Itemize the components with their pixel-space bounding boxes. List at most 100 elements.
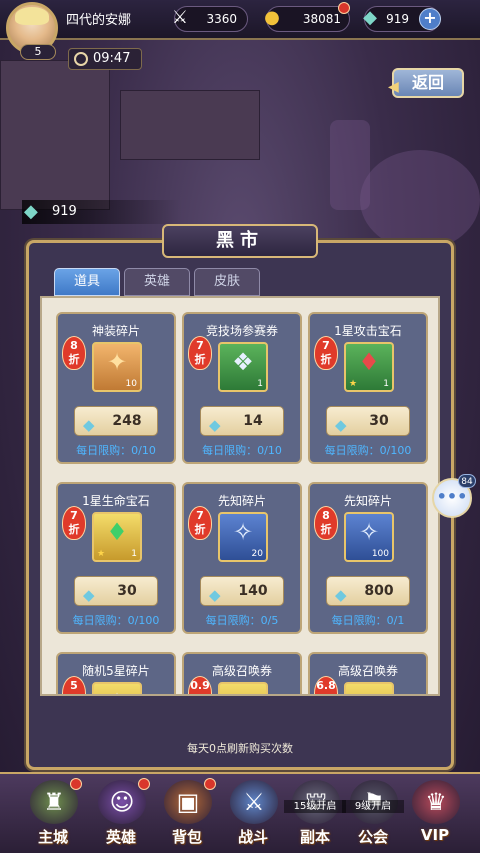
refresh-note: 每天0点刷新购买次数 xyxy=(187,742,293,755)
nav-item[interactable]: ▣ 背包 xyxy=(156,778,218,850)
discount-value: 6.8 xyxy=(316,679,336,692)
buy-button[interactable]: ◆ 30 xyxy=(74,576,158,606)
shop-item-card[interactable]: 先知碎片 ✧ 100 8 折 ◆ 800 每日限购：0/1 xyxy=(308,482,428,634)
discount-unit: 折 xyxy=(194,523,206,536)
notification-dot xyxy=(204,778,216,790)
buy-button[interactable]: ◆ 14 xyxy=(200,406,284,436)
battle-icon: ⚔ xyxy=(230,780,278,824)
crystal-icon: ◆ xyxy=(83,586,95,604)
nav-label: 副本 xyxy=(299,828,330,846)
item-icon-frame: ★ xyxy=(92,682,142,694)
discount-unit: 折 xyxy=(320,353,332,366)
shop-item-card[interactable]: 1星攻击宝石 ♦ 1 ★ 7 折 ◆ 30 每日限购：0/100 xyxy=(308,312,428,464)
nav-label: 英雄 xyxy=(105,828,136,846)
avatar-hair xyxy=(15,7,49,25)
ticket-icon: ❖ xyxy=(232,348,254,376)
discount-value: 7 xyxy=(196,339,204,352)
discount-unit: 折 xyxy=(320,523,332,536)
player-name: 四代的安娜 xyxy=(66,13,132,28)
crystal-icon: ◆ xyxy=(209,586,221,604)
item-icon-frame: ❖ 1 xyxy=(218,342,268,392)
gem-balance-bar: ◆ 919 xyxy=(22,200,182,224)
nav-label: 公会 xyxy=(357,828,388,846)
nav-item[interactable]: ⛫ 15级开启 副本 xyxy=(284,778,346,850)
discount-value: 5 xyxy=(70,679,78,692)
event-timer[interactable]: 09:47 xyxy=(68,48,142,70)
power-value: 3360 xyxy=(206,12,237,26)
summon-ticket-icon: ✉ xyxy=(346,688,392,694)
prophet-shard-icon: ✧ xyxy=(358,518,380,546)
shop-item-card[interactable]: 高级召唤券✉0.9 xyxy=(182,652,302,694)
daily-limit: 每日限购：0/100 xyxy=(72,614,160,627)
tab-items[interactable]: 道具 xyxy=(54,268,120,296)
discount-badge: 8折 xyxy=(314,506,338,540)
power-display: ⚔ 3360 xyxy=(172,6,248,32)
nav-item[interactable]: ♛ VIP xyxy=(404,778,466,850)
shop-item-card[interactable]: 高级召唤券✉6.8 xyxy=(308,652,428,694)
crystal-icon: ◆ xyxy=(363,7,377,28)
nav-label: 战斗 xyxy=(237,828,268,846)
item-grid: 神装碎片 ✦ 10 8 折 ◆ 248 每日限购：0/10 竞技场参赛券 ❖ 1 7 折 ◆ 14 每日限购：… xyxy=(40,296,440,696)
item-icon-frame: ♦ 1 ★ xyxy=(92,512,142,562)
shop-item-card[interactable]: 神装碎片 ✦ 10 8 折 ◆ 248 每日限购：0/10 xyxy=(56,312,176,464)
prophet-shard-icon: ✧ xyxy=(232,518,254,546)
shop-item-card[interactable]: 先知碎片 ✧ 20 7 折 ◆ 140 每日限购：0/5 xyxy=(182,482,302,634)
discount-value: 8 xyxy=(322,509,330,522)
panel-title: 黑市 xyxy=(162,224,318,258)
price-value: 14 xyxy=(243,413,263,429)
item-icon-frame: ✉ xyxy=(344,682,394,694)
crossed-swords-icon: ⚔ xyxy=(171,7,189,28)
discount-value: 0.9 xyxy=(190,679,210,692)
buy-button[interactable]: ◆ 248 xyxy=(74,406,158,436)
nav-label: 背包 xyxy=(171,828,202,846)
buy-button[interactable]: ◆ 800 xyxy=(326,576,410,606)
item-quantity: 100 xyxy=(371,549,389,559)
tab-heroes[interactable]: 英雄 xyxy=(124,268,190,296)
discount-badge: 8折 xyxy=(62,336,86,370)
discount-unit: 折 xyxy=(194,353,206,366)
price-value: 800 xyxy=(364,583,394,599)
price-value: 30 xyxy=(117,583,137,599)
discount-badge: 7折 xyxy=(314,336,338,370)
item-icon-frame: ✉ xyxy=(218,682,268,694)
summon-ticket-icon: ✉ xyxy=(220,688,266,694)
item-quantity: 1 xyxy=(131,549,137,559)
tab-skins[interactable]: 皮肤 xyxy=(194,268,260,296)
daily-limit: 每日限购：0/10 xyxy=(202,444,282,457)
item-quantity: 1 xyxy=(257,379,263,389)
discount-value: 8 xyxy=(70,339,78,352)
buy-button[interactable]: ◆ 30 xyxy=(326,406,410,436)
daily-limit: 每日限购：0/5 xyxy=(205,614,279,627)
discount-badge: 0.9 xyxy=(188,676,212,694)
discount-value: 7 xyxy=(196,509,204,522)
nav-item[interactable]: ⚔ 战斗 xyxy=(222,778,284,850)
add-crystal-button[interactable]: + xyxy=(419,8,441,30)
shop-item-card[interactable]: 1星生命宝石 ♦ 1 ★ 7 折 ◆ 30 每日限购：0/100 xyxy=(56,482,176,634)
gem-balance-value: 919 xyxy=(52,204,77,219)
bg-clock xyxy=(330,120,370,210)
star-icon: ★ xyxy=(349,379,358,389)
bottom-nav: ♜ 主城 ☺ 英雄 ▣ 背包 ⚔ 战斗 ⛫ 15级开启 副本 ⚑ 9级开启 公会 ♛ VIP xyxy=(0,772,480,853)
crystal-display: ◆ 919 + xyxy=(363,6,441,32)
shard-icon: ✦ xyxy=(106,348,128,376)
shop-item-card[interactable]: 竞技场参赛券 ❖ 1 7 折 ◆ 14 每日限购：0/10 xyxy=(182,312,302,464)
discount-unit: 折 xyxy=(68,523,80,536)
vip-icon: ♛ xyxy=(412,780,460,824)
daily-limit: 每日限购：0/10 xyxy=(76,444,156,457)
gold-value: 38081 xyxy=(302,12,341,26)
buy-button[interactable]: ◆ 140 xyxy=(200,576,284,606)
crystal-icon: ◆ xyxy=(335,416,347,434)
green-gem-icon: ♦ xyxy=(106,518,128,546)
back-button[interactable]: ◀ 返回 xyxy=(388,68,464,98)
item-icon-frame: ✧ 100 xyxy=(344,512,394,562)
gold-notification-dot xyxy=(338,2,350,14)
notification-dot xyxy=(138,778,150,790)
price-value: 248 xyxy=(112,413,142,429)
nav-item[interactable]: ⚑ 9级开启 公会 xyxy=(342,778,404,850)
item-quantity: 1 xyxy=(383,379,389,389)
back-label: 返回 xyxy=(411,73,444,92)
nav-item[interactable]: ♜ 主城 xyxy=(22,778,84,850)
bg-shelf-left xyxy=(0,60,110,210)
shop-item-card[interactable]: 随机5星碎片★5 xyxy=(56,652,176,694)
nav-item[interactable]: ☺ 英雄 xyxy=(90,778,152,850)
